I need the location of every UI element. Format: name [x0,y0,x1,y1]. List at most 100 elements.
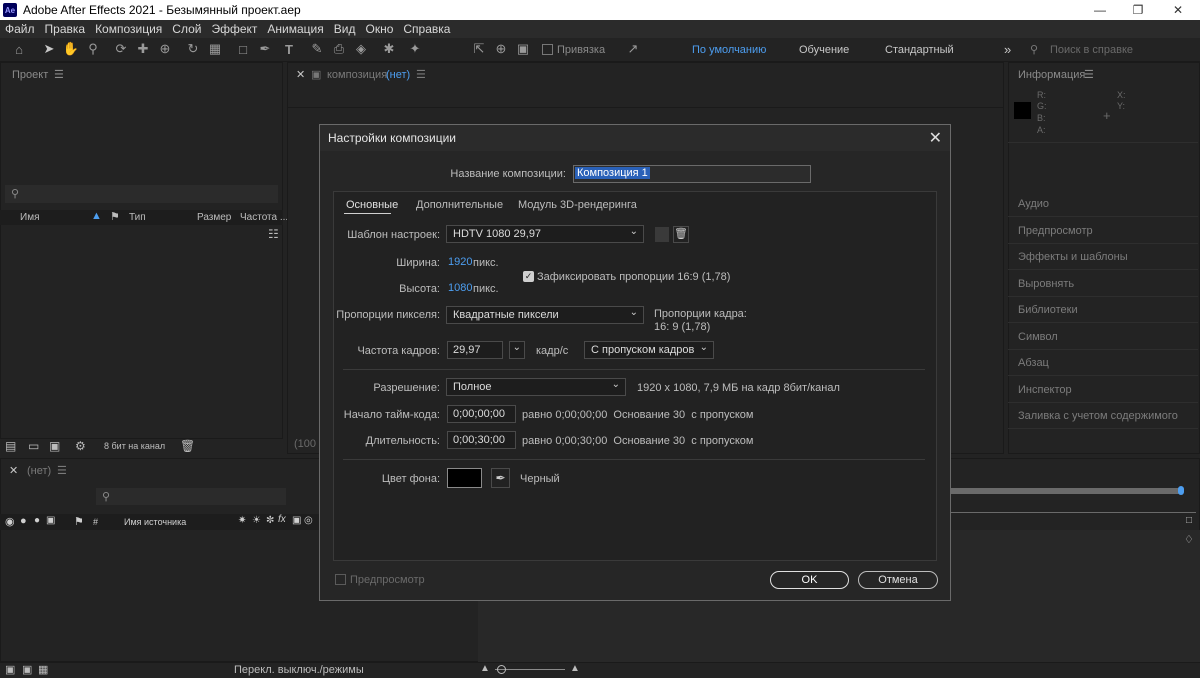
clone-stamp-icon[interactable]: ⎙ [330,40,348,58]
tab-advanced[interactable]: Дополнительные [416,199,503,211]
close-tab-icon[interactable]: ✕ [296,68,305,81]
work-area-bar[interactable] [951,488,1183,494]
dolly-camera-icon[interactable]: ⊕ [156,40,174,58]
maximize-icon[interactable]: ❐ [1118,0,1158,20]
framerate-input[interactable]: 29,97 [447,341,503,359]
pan-camera-icon[interactable]: ✚ [134,40,152,58]
toggle-modes-button[interactable]: Перекл. выключ./режимы [234,664,364,676]
quality-icon[interactable]: ✼ [266,515,274,526]
solo-icon[interactable]: ● [34,515,40,526]
lock-aspect-checkbox[interactable]: ✓ [523,271,534,282]
source-name-col[interactable]: Имя источника [124,517,186,527]
orbit-camera-icon[interactable]: ⟳ [112,40,130,58]
framerate-dropdown[interactable]: ⌄ [509,341,525,359]
workspace-more-icon[interactable]: » [1004,42,1011,57]
column-type[interactable]: Тип [129,212,146,223]
panel-libraries[interactable]: Библиотеки [1018,304,1078,316]
lock-icon[interactable]: ▣ [311,68,321,81]
composition-tab-value[interactable]: (нет) [386,69,410,81]
local-axis-icon[interactable]: ⇱ [470,40,488,58]
ok-button[interactable]: OK [770,571,849,589]
preview-checkbox[interactable] [335,574,346,585]
pen-tool-icon[interactable]: ✒ [256,40,274,58]
zoom-tool-icon[interactable]: ⚲ [84,40,102,58]
snap-options-icon[interactable]: ↗ [624,40,642,58]
anchor-tool-icon[interactable]: ▦ [206,40,224,58]
panel-audio[interactable]: Аудио [1018,198,1049,210]
snap-checkbox[interactable] [542,44,553,55]
layer-switches-icon[interactable]: ▣ [5,663,15,676]
timeline-search-input[interactable] [96,488,286,505]
panel-preview[interactable]: Предпросмотр [1018,225,1093,237]
workspace-standard[interactable]: Стандартный [885,44,954,56]
close-icon[interactable]: ✕ [929,128,942,148]
save-preset-icon[interactable] [655,227,669,242]
minimize-icon[interactable]: — [1080,0,1120,20]
column-framerate[interactable]: Частота ... [240,212,288,223]
eyedropper-icon[interactable]: ✒ [491,468,510,488]
zoom-level[interactable]: (100 [294,438,316,450]
timeline-tab-title[interactable]: (нет) [27,465,51,477]
new-folder-icon[interactable]: ▭ [28,439,39,453]
work-area-end-handle[interactable] [1178,486,1184,495]
menu-view[interactable]: Вид [329,22,361,36]
roto-brush-icon[interactable]: ✱ [380,40,398,58]
rotate-tool-icon[interactable]: ↻ [184,40,202,58]
preset-dropdown[interactable]: HDTV 1080 29,97 ⌄ [446,225,644,243]
new-composition-icon[interactable]: ▣ [49,439,60,453]
start-timecode-input[interactable]: 0;00;00;00 [447,405,516,423]
menu-animation[interactable]: Анимация [262,22,328,36]
world-axis-icon[interactable]: ⊕ [492,40,510,58]
panel-content-aware-fill[interactable]: Заливка с учетом содержимого [1018,410,1178,422]
panel-effects-presets[interactable]: Эффекты и шаблоны [1018,251,1128,263]
lock-icon[interactable]: ▣ [46,515,55,526]
project-settings-icon[interactable]: ⚙ [75,439,86,453]
panel-menu-icon[interactable]: ☰ [54,68,64,81]
panel-menu-icon[interactable]: ☰ [57,464,67,477]
cancel-button[interactable]: Отмена [858,571,938,589]
drop-frame-dropdown[interactable]: С пропуском кадров ⌄ [584,341,714,359]
panel-inspector[interactable]: Инспектор [1018,384,1072,396]
eye-icon[interactable]: ◉ [5,515,15,528]
puppet-tool-icon[interactable]: ✦ [406,40,424,58]
menu-layer[interactable]: Слой [167,22,206,36]
menu-effect[interactable]: Эффект [206,22,262,36]
home-icon[interactable]: ⌂ [10,40,28,58]
resolution-dropdown[interactable]: Полное ⌄ [446,378,626,396]
trash-icon[interactable]: 🗑 [180,439,195,453]
panel-align[interactable]: Выровнять [1018,278,1074,290]
view-axis-icon[interactable]: ▣ [514,40,532,58]
panel-character[interactable]: Символ [1018,331,1058,343]
menu-edit[interactable]: Правка [40,22,91,36]
fx-icon[interactable]: fx [278,514,286,525]
close-window-icon[interactable]: ✕ [1158,0,1198,20]
zoom-out-icon[interactable]: ▲ [480,663,490,674]
text-tool-icon[interactable]: T [280,40,298,58]
in-out-icon[interactable]: ▦ [38,663,48,676]
menu-file[interactable]: Файл [0,22,40,36]
bit-depth-button[interactable]: 8 бит на канал [104,441,165,451]
hand-tool-icon[interactable]: ✋ [62,40,80,58]
shy-icon[interactable]: ☀ [252,515,261,526]
project-search-input[interactable] [5,185,278,203]
audio-icon[interactable]: ● [20,515,27,527]
duration-input[interactable]: 0;00;30;00 [447,431,516,449]
time-ruler[interactable] [951,512,1196,513]
menu-composition[interactable]: Композиция [90,22,167,36]
brush-tool-icon[interactable]: ✎ [308,40,326,58]
comp-marker-icon[interactable]: ♢ [1184,533,1194,546]
flowchart-icon[interactable]: ☷ [268,227,279,241]
frame-blend-icon[interactable]: ▣ [292,515,301,526]
width-value[interactable]: 1920 [448,256,472,268]
workspace-default[interactable]: По умолчанию [692,44,766,56]
menu-help[interactable]: Справка [398,22,455,36]
panel-menu-icon[interactable]: ☰ [416,68,426,81]
column-name[interactable]: Имя [20,212,39,223]
eraser-tool-icon[interactable]: ◈ [352,40,370,58]
interpret-footage-icon[interactable]: ▤ [5,439,16,453]
bg-color-swatch[interactable] [447,468,482,488]
rectangle-tool-icon[interactable]: □ [234,40,252,58]
tab-3d-renderer[interactable]: Модуль 3D-рендеринга [518,199,637,211]
timeline-scroll-icon[interactable]: □ [1186,515,1192,526]
tab-basic[interactable]: Основные [346,199,398,211]
